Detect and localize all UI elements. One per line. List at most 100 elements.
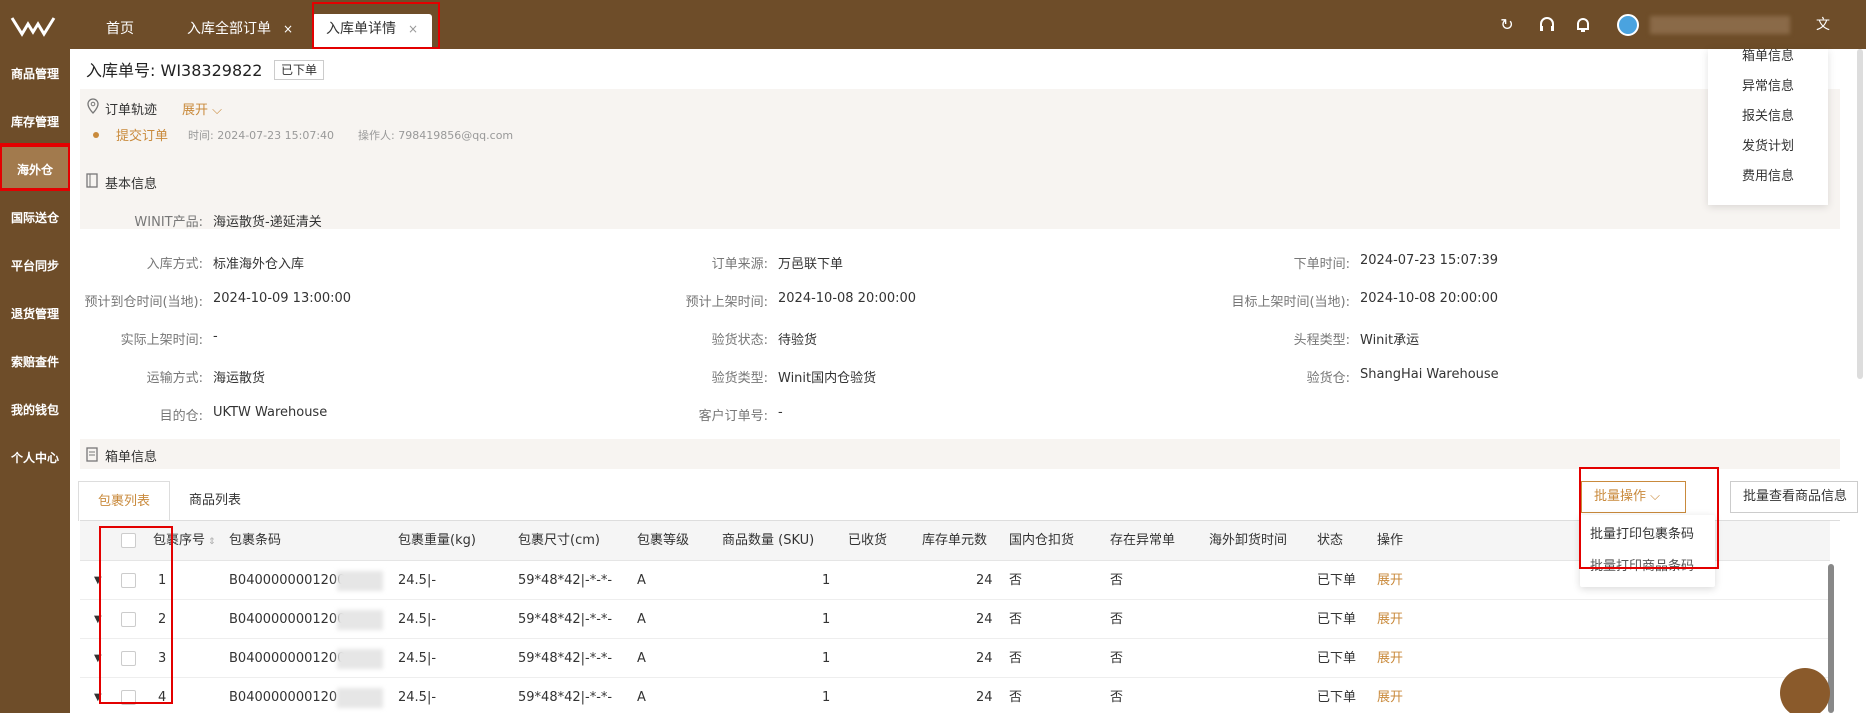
cell-units: 24 <box>976 690 993 705</box>
bulk-view-products-button[interactable]: 批量查看商品信息 <box>1730 481 1858 513</box>
table-row: ▼ 2 B0400000001200 24.5|- 59*48*42|-*-*-… <box>80 600 1830 639</box>
track-dot <box>93 132 99 138</box>
col-weight: 包裹重量(kg) <box>398 533 476 548</box>
table-row: ▼ 1 B0400000001200 24.5|- 59*48*42|-*-*-… <box>80 561 1830 600</box>
close-icon[interactable]: × <box>283 22 293 36</box>
field-label: 实际上架时间: <box>120 333 203 348</box>
sidebar-item-claims[interactable]: 索赔查件 <box>0 339 70 385</box>
col-no[interactable]: 包裹序号 ⇕ <box>153 521 216 561</box>
logo-icon <box>10 17 56 37</box>
row-checkbox[interactable] <box>121 612 136 627</box>
translate-icon[interactable]: 文 <box>1813 15 1833 35</box>
anchor-item[interactable]: 发货计划 <box>1742 135 1794 154</box>
sidebar-item-product[interactable]: 商品管理 <box>0 51 70 97</box>
cell-size: 59*48*42|-*-*- <box>518 690 613 705</box>
field-label: 目标上架时间(当地): <box>1231 295 1350 310</box>
menu-print-product-barcode[interactable]: 批量打印商品条码 <box>1590 555 1694 574</box>
field-label: 预计上架时间: <box>685 295 768 310</box>
sidebar-item-inventory[interactable]: 库存管理 <box>0 99 70 145</box>
cell-status: 已下单 <box>1317 612 1357 627</box>
field-value: 万邑联下单 <box>778 257 844 272</box>
col-action: 操作 <box>1377 533 1404 548</box>
sidebar-item-profile[interactable]: 个人中心 <box>0 435 70 481</box>
anchor-item[interactable]: 报关信息 <box>1742 105 1794 124</box>
sidebar-item-sync[interactable]: 平台同步 <box>0 243 70 289</box>
cell-size: 59*48*42|-*-*- <box>518 573 613 588</box>
sidebar-item-intl[interactable]: 国际送仓 <box>0 195 70 241</box>
caret-down-icon[interactable]: ▼ <box>94 561 102 600</box>
anchor-item[interactable]: 箱单信息 <box>1742 45 1794 64</box>
cell-code: B0400000001200 <box>229 612 346 627</box>
expand-link[interactable]: 展开 <box>1377 561 1403 600</box>
expand-link[interactable]: 展开 <box>1377 639 1403 678</box>
order-number: WI38329822 <box>160 61 263 80</box>
box-section-header: 箱单信息 <box>80 439 1840 469</box>
track-expand-link[interactable]: 展开 ⌵ <box>182 99 222 118</box>
page-scrollbar[interactable] <box>1857 49 1863 379</box>
col-label: 包裹序号 <box>153 533 206 548</box>
status-badge: 已下单 <box>274 60 325 80</box>
select-all-checkbox[interactable] <box>121 533 136 548</box>
caret-down-icon[interactable]: ▼ <box>94 600 102 639</box>
cell-no: 4 <box>158 690 167 705</box>
headset-icon[interactable] <box>1537 15 1557 35</box>
sidebar-item-wallet[interactable]: 我的钱包 <box>0 387 70 433</box>
cell-no: 3 <box>158 651 167 666</box>
field-value: 标准海外仓入库 <box>213 257 305 272</box>
support-icon[interactable] <box>1780 668 1830 713</box>
field-label: 验货状态: <box>711 333 768 348</box>
cell-qty: 1 <box>822 651 831 666</box>
expand-link[interactable]: 展开 <box>1377 678 1403 713</box>
tab-label: 入库单详情 <box>326 21 396 37</box>
username-redacted[interactable] <box>1650 16 1790 34</box>
bulk-action-button[interactable]: 批量操作 ⌵ <box>1581 481 1686 513</box>
caret-down-icon[interactable]: ▼ <box>94 678 102 713</box>
caret-down-icon[interactable]: ▼ <box>94 639 102 678</box>
tab-product-list[interactable]: 商品列表 <box>170 481 260 521</box>
row-checkbox[interactable] <box>121 573 136 588</box>
anchor-item[interactable]: 费用信息 <box>1742 165 1794 184</box>
col-qty: 商品数量 (SKU) <box>722 533 815 548</box>
cell-code: B040000000120 <box>229 690 338 705</box>
chevron-down-icon: ⌵ <box>1650 489 1661 504</box>
expand-link[interactable]: 展开 <box>1377 600 1403 639</box>
track-event: 提交订单 <box>116 129 169 144</box>
field-label: 验货类型: <box>711 371 768 386</box>
menu-print-package-barcode[interactable]: 批量打印包裹条码 <box>1590 523 1694 542</box>
sort-icon[interactable]: ⇕ <box>208 537 216 547</box>
col-received: 已收货 <box>848 533 888 548</box>
cell-grade: A <box>637 690 646 705</box>
tab-label: 入库全部订单 <box>187 21 271 37</box>
tab-home[interactable]: 首页 <box>92 14 148 48</box>
avatar[interactable] <box>1617 14 1639 36</box>
sidebar-item-overseas[interactable]: 海外仓 <box>0 145 70 191</box>
field-value: Winit承运 <box>1360 333 1420 348</box>
field-label: 验货仓: <box>1306 371 1350 386</box>
row-checkbox[interactable] <box>121 690 136 705</box>
order-title-prefix: 入库单号: <box>86 61 156 80</box>
field-label: 订单来源: <box>711 257 768 272</box>
field-label: 目的仓: <box>159 409 203 424</box>
close-icon[interactable]: × <box>408 22 418 36</box>
page-title: 入库单号: WI38329822 <box>86 57 262 81</box>
bell-icon[interactable] <box>1573 15 1593 35</box>
anchor-item[interactable]: 异常信息 <box>1742 75 1794 94</box>
cell-status: 已下单 <box>1317 651 1357 666</box>
row-checkbox[interactable] <box>121 651 136 666</box>
refresh-icon[interactable]: ↻ <box>1497 15 1517 35</box>
tab-inbound-detail[interactable]: 入库单详情 × <box>312 14 433 48</box>
table-header: 包裹序号 ⇕ 包裹条码 包裹重量(kg) 包裹尺寸(cm) 包裹等级 商品数量 (… <box>80 521 1830 561</box>
box-title: 箱单信息 <box>105 450 158 465</box>
table-row: ▼ 4 B040000000120 24.5|- 59*48*42|-*-*- … <box>80 678 1830 713</box>
field-label: 下单时间: <box>1293 257 1350 272</box>
sidebar-item-returns[interactable]: 退货管理 <box>0 291 70 337</box>
expand-label: 展开 <box>182 103 209 118</box>
list-icon <box>86 447 98 462</box>
tab-package-list[interactable]: 包裹列表 <box>78 481 170 521</box>
field-value: 2024-10-09 13:00:00 <box>213 291 352 306</box>
bulk-action-label: 批量操作 <box>1594 489 1647 504</box>
cell-qty: 1 <box>822 690 831 705</box>
redacted <box>337 571 383 591</box>
cell-grade: A <box>637 612 646 627</box>
tab-inbound-orders[interactable]: 入库全部订单 × <box>173 14 307 48</box>
